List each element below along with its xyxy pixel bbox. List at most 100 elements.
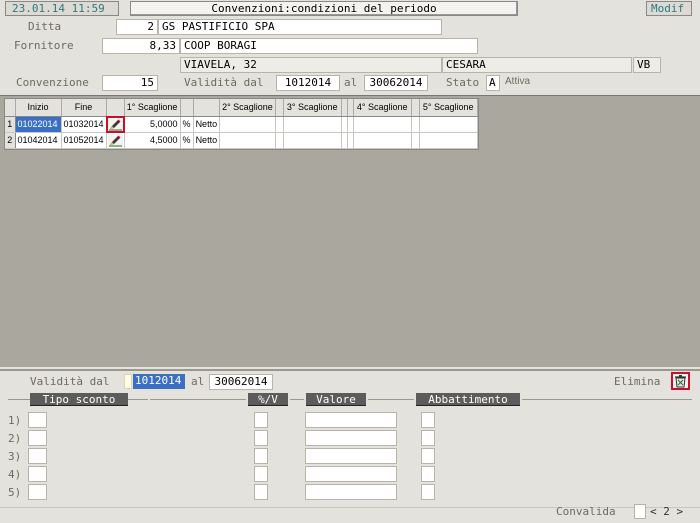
page-navigator[interactable]: < 2 > — [650, 505, 683, 518]
header-divider — [522, 399, 692, 400]
abbattimento-field[interactable] — [421, 484, 435, 500]
grid-col-s1-tipo — [193, 99, 221, 117]
tipo-sconto-field[interactable] — [28, 448, 47, 464]
col-valore[interactable]: Valore — [306, 393, 366, 406]
valore-field[interactable] — [305, 484, 397, 500]
ditta-name-field: GS PASTIFICIO SPA — [158, 19, 442, 35]
row-label: 2) — [8, 432, 22, 445]
row-label: 4) — [8, 468, 22, 481]
valore-field[interactable] — [305, 430, 397, 446]
grid-col-fine[interactable]: Fine — [61, 99, 107, 117]
cell-inizio[interactable]: 01022014 — [15, 116, 62, 133]
abbattimento-field[interactable] — [421, 430, 435, 446]
stato-label: Stato — [446, 76, 480, 89]
detail-panel: Validità dal 1012014 al 30062014 Elimina… — [0, 369, 700, 523]
city-field: CESARA — [442, 57, 632, 73]
cell-edit[interactable] — [106, 132, 125, 149]
cell-scaglione3[interactable] — [283, 116, 342, 133]
pv-field[interactable] — [254, 412, 268, 428]
pv-field[interactable] — [254, 430, 268, 446]
address-field: VIAVELA, 32 — [180, 57, 442, 73]
header-divider — [290, 399, 304, 400]
convenzione-field[interactable]: 15 — [102, 75, 158, 91]
cell-scaglione2[interactable] — [219, 116, 276, 133]
pv-field[interactable] — [254, 484, 268, 500]
pv-field[interactable] — [254, 448, 268, 464]
cell-pad — [275, 116, 284, 133]
cell-scaglione2[interactable] — [219, 132, 276, 149]
elimina-button[interactable] — [671, 372, 690, 390]
row-label: 3) — [8, 450, 22, 463]
cell-pad — [275, 132, 284, 149]
grid-header-row: Inizio Fine 1° Scaglione 2° Scaglione 3°… — [5, 99, 478, 117]
valore-field[interactable] — [305, 466, 397, 482]
tipo-sconto-field[interactable] — [28, 484, 47, 500]
cell-fine[interactable]: 01052014 — [61, 132, 107, 149]
cell-fine[interactable]: 01032014 — [61, 116, 107, 133]
cell-pad — [411, 116, 420, 133]
grid-col-scaglione2[interactable]: 2° Scaglione — [219, 99, 276, 117]
detail-validita-label: Validità dal — [30, 375, 110, 388]
cell-pad — [411, 132, 420, 149]
col-tipo-sconto[interactable]: Tipo sconto — [30, 393, 128, 406]
convalida-checkbox[interactable] — [634, 504, 646, 519]
detail-validita-marker — [124, 374, 132, 389]
grid-col-s4-pad — [411, 99, 420, 117]
row-number: 2 — [5, 132, 16, 149]
table-row[interactable]: 2 01042014 01052014 4,5000 % Netto — [5, 132, 478, 149]
elimina-label: Elimina — [614, 375, 661, 388]
grid-col-edit — [106, 99, 125, 117]
grid-col-scaglione3[interactable]: 3° Scaglione — [283, 99, 342, 117]
abbattimento-field[interactable] — [421, 448, 435, 464]
detail-validita-from-field[interactable]: 1012014 — [133, 374, 185, 389]
ditta-code-field[interactable]: 2 — [116, 19, 158, 35]
abbattimento-field[interactable] — [421, 466, 435, 482]
tipo-sconto-field[interactable] — [28, 412, 47, 428]
tipo-sconto-field[interactable] — [28, 430, 47, 446]
cell-scaglione3[interactable] — [283, 132, 342, 149]
detail-validita-to-field[interactable]: 30062014 — [209, 374, 273, 390]
edit-pencil-icon[interactable] — [105, 115, 125, 133]
ditta-label: Ditta — [28, 20, 62, 33]
validita-label: Validità dal — [184, 76, 264, 89]
cell-scaglione5[interactable] — [419, 132, 478, 149]
cell-scaglione5[interactable] — [419, 116, 478, 133]
fornitore-code-field[interactable]: 8,33 — [102, 38, 180, 54]
province-field: VB — [633, 57, 661, 73]
cell-scaglione1[interactable]: 5,0000 — [124, 116, 181, 133]
grid-col-s1-pct — [180, 99, 194, 117]
detail-al-label: al — [191, 375, 205, 388]
cell-scaglione4[interactable] — [353, 116, 412, 133]
fornitore-name-field: COOP BORAGI — [180, 38, 478, 54]
col-pv[interactable]: %/V — [248, 393, 288, 406]
abbattimento-field[interactable] — [421, 412, 435, 428]
header-divider — [150, 399, 246, 400]
grid-col-scaglione1[interactable]: 1° Scaglione — [124, 99, 181, 117]
cell-scaglione1[interactable]: 4,5000 — [124, 132, 181, 149]
cell-pct: % — [180, 116, 194, 133]
trash-bin-icon — [673, 374, 688, 391]
pv-field[interactable] — [254, 466, 268, 482]
al-label: al — [344, 76, 358, 89]
cell-scaglione4[interactable] — [353, 132, 412, 149]
validita-from-field[interactable]: 1012014 — [276, 75, 340, 91]
grid-col-scaglione5[interactable]: 5° Scaglione — [419, 99, 478, 117]
convenzione-label: Convenzione — [16, 76, 89, 89]
col-abbattimento[interactable]: Abbattimento — [416, 393, 520, 406]
table-row[interactable]: 1 01022014 01032014 5,0000 % Netto — [5, 115, 478, 133]
grid-col-s2-pad — [275, 99, 284, 117]
stato-description: Attiva — [505, 76, 531, 87]
stato-field[interactable]: A — [486, 75, 500, 91]
window-title: Convenzioni:condizioni del periodo — [130, 1, 518, 16]
valore-field[interactable] — [305, 412, 397, 428]
cell-inizio[interactable]: 01042014 — [15, 132, 62, 149]
grid-col-inizio[interactable]: Inizio — [15, 99, 62, 117]
header-divider — [368, 399, 414, 400]
tipo-sconto-field[interactable] — [28, 466, 47, 482]
validita-to-field[interactable]: 30062014 — [364, 75, 428, 91]
edit-pencil-icon[interactable] — [107, 133, 123, 147]
cell-edit[interactable] — [105, 115, 125, 133]
convalida-label: Convalida — [556, 505, 616, 518]
valore-field[interactable] — [305, 448, 397, 464]
grid-col-scaglione4[interactable]: 4° Scaglione — [353, 99, 412, 117]
